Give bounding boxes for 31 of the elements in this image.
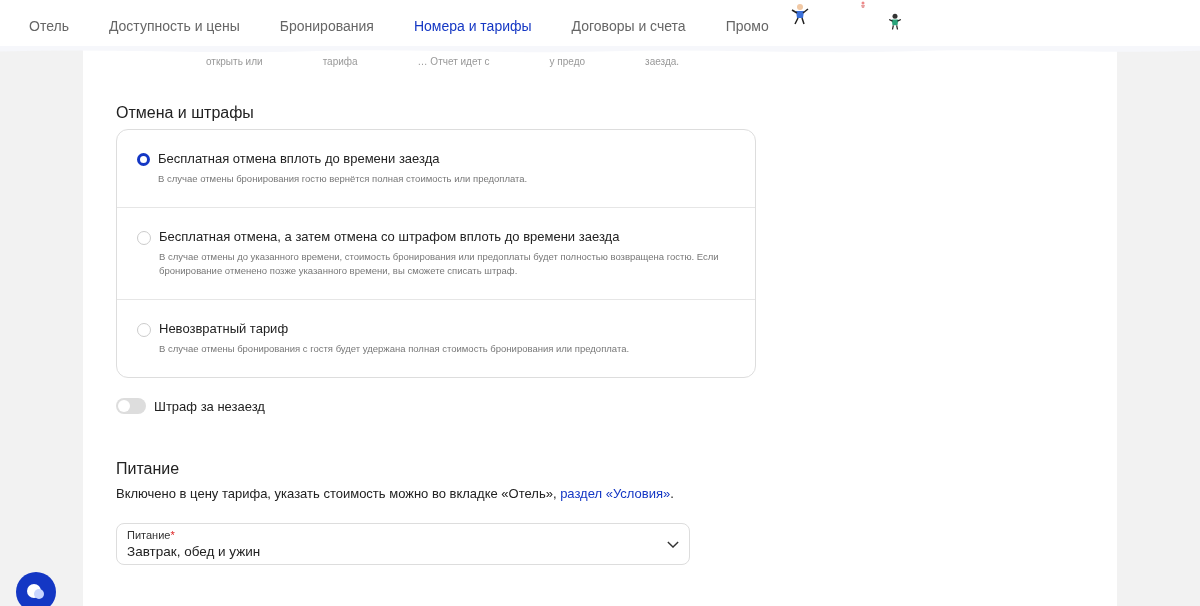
option-description: В случае отмены до указанного времени, стоимость бронирования или предоплаты будет полностью возвращена гостю. Если бронирование отменено позже указанного времени, вы сможете списать штраф. (159, 250, 720, 278)
obscured-text: тарифа (322, 56, 358, 68)
conditions-link[interactable]: раздел «Условия» (560, 486, 671, 501)
cancellation-option[interactable]: Невозвратный тариф В случае отмены бронирования с гостя будет удержана полная стоимость бронирования или предоплата. (117, 300, 755, 377)
chat-button[interactable] (16, 572, 56, 606)
select-value: Завтрак, обед и ужин (127, 544, 261, 559)
obscured-text: … Отчет идет с (417, 56, 490, 68)
section-title: Отмена и штрафы (116, 104, 255, 122)
nav-tab[interactable]: Промо (725, 18, 769, 34)
toggle-switch[interactable] (116, 398, 146, 414)
obscured-text: у предо (549, 56, 586, 68)
nav-tab[interactable]: Номера и тарифы (413, 18, 532, 34)
option-label: Бесплатная отмена вплоть до времени заезда (158, 151, 441, 166)
nav-tab[interactable]: Бронирования (279, 18, 374, 34)
section-title: Питание (116, 460, 181, 478)
option-description: В случае отмены бронирования гостю вернётся полная стоимость или предоплата. (158, 172, 529, 186)
option-description: В случае отмены бронирования с гостя будет удержана полная стоимость бронирования или предоплата. (159, 342, 631, 356)
obscured-text: заезда. (645, 56, 680, 68)
obscured-text: открыть или (206, 56, 263, 68)
toggle-label: Штраф за незаезд (154, 398, 265, 414)
nav-tab[interactable]: Договоры и счета (571, 18, 686, 34)
field-label: Питание* (127, 529, 175, 541)
radio-button[interactable] (137, 153, 150, 166)
chevron-down-icon (667, 540, 679, 548)
option-label: Невозвратный тариф (159, 321, 290, 336)
cancellation-option[interactable]: Бесплатная отмена вплоть до времени заезда В случае отмены бронирования гостю вернётся полная стоимость или предоплата. (117, 130, 755, 208)
meal-select[interactable]: Питание* Завтрак, обед и ужин (116, 523, 690, 565)
nav-tab[interactable]: Доступность и цены (108, 18, 240, 34)
option-label: Бесплатная отмена, а затем отмена со штрафом вплоть до времени заезда (159, 229, 621, 244)
nav-tab[interactable]: Отель (29, 18, 69, 34)
section-note: Включено в цену тарифа, указать стоимость можно во вкладке «Отель», раздел «Условия». (116, 486, 675, 501)
